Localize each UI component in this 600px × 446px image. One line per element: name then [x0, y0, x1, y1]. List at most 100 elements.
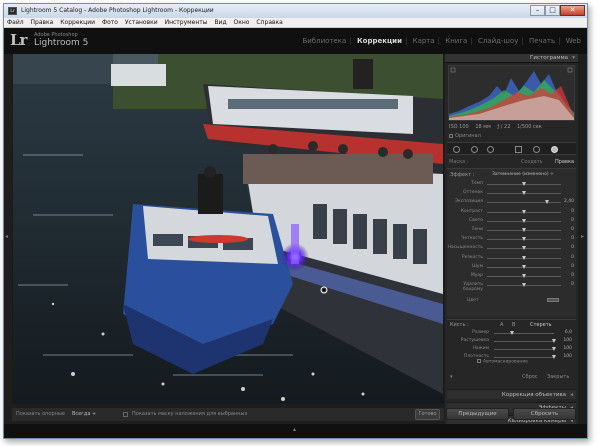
module-develop[interactable]: Коррекции	[357, 37, 402, 45]
footer-triangle-icon[interactable]: ▾	[450, 374, 453, 380]
automask-checkbox[interactable]	[477, 359, 481, 363]
shutter-speed-value: 1/500 сек	[517, 124, 542, 130]
adjust-slider-handle-icon[interactable]	[521, 228, 526, 232]
brush-slider-row[interactable]: Нажим 100	[447, 346, 576, 354]
adjust-slider-row[interactable]: Свето 0	[447, 218, 576, 226]
menu-develop[interactable]: Коррекции	[60, 19, 95, 26]
adjust-slider-label: Удалить бахрому	[463, 282, 483, 293]
adjust-slider-row[interactable]: Четкость 0	[447, 236, 576, 244]
brush-slider-handle-icon[interactable]	[551, 339, 556, 343]
brush-slider-track[interactable]	[494, 333, 554, 334]
brush-b-button[interactable]: B	[512, 322, 515, 328]
adjust-slider-value: 0	[571, 208, 574, 214]
adjust-slider-handle-icon[interactable]	[521, 264, 526, 269]
lightroom-workspace: Lr Adobe Photoshop Lightroom 5 Библиотек…	[4, 28, 587, 438]
lightroom-app-icon: Lr	[8, 7, 17, 15]
adjust-slider-handle-icon[interactable]	[521, 283, 526, 288]
adjust-slider-row[interactable]: Тени 0	[447, 227, 576, 235]
close-button[interactable]: ✕	[560, 5, 585, 16]
spot-removal-tool-icon[interactable]	[471, 146, 478, 153]
original-photo-toggle[interactable]: Оригинал	[449, 133, 481, 139]
adjust-slider-row[interactable]: Резкость 0	[447, 255, 576, 263]
menu-help[interactable]: Справка	[256, 19, 282, 26]
reset-all-button[interactable]: Сбросить	[513, 408, 576, 420]
image-canvas[interactable]	[12, 54, 444, 404]
brush-slider-handle-icon[interactable]	[551, 355, 556, 359]
automask-toggle[interactable]: Автомаскирование	[477, 359, 528, 365]
previous-button[interactable]: Предыдущие	[446, 408, 509, 420]
maximize-button[interactable]: □	[545, 5, 560, 16]
brush-slider-track[interactable]	[494, 349, 554, 350]
brush-slider-row[interactable]: Растушевка 100	[447, 338, 576, 346]
adjust-slider-handle-icon[interactable]	[521, 182, 526, 186]
done-button[interactable]: Готово	[415, 409, 440, 420]
photo-boats-on-river[interactable]	[13, 54, 443, 404]
module-print[interactable]: Печать	[529, 37, 555, 45]
brush-a-button[interactable]: A	[500, 322, 503, 328]
mask-new-button[interactable]: Создать	[521, 159, 543, 165]
adjust-slider-row[interactable]: Насыщенность 0	[447, 245, 576, 253]
adjust-slider-label: Муар	[470, 273, 483, 278]
brush-adjustments: Эффект : Затемнение (изменено) ÷ Темп Отт…	[447, 168, 576, 317]
adjust-slider-handle-icon[interactable]	[521, 209, 526, 214]
module-library[interactable]: Библиотека	[302, 37, 346, 45]
adjust-slider-track[interactable]	[487, 202, 561, 204]
show-overlay-checkbox[interactable]	[123, 412, 128, 417]
histogram[interactable]	[448, 65, 575, 121]
menu-file[interactable]: Файл	[7, 19, 24, 26]
module-map[interactable]: Карта	[413, 37, 435, 45]
title-bar[interactable]: Lr Lightroom 5 Catalog - Adobe Photoshop…	[4, 4, 587, 18]
adjust-slider-handle-icon[interactable]	[521, 218, 526, 223]
module-web[interactable]: Web	[566, 37, 581, 45]
adjust-slider-row[interactable]: Муар 0	[447, 273, 576, 281]
adjust-slider-handle-icon[interactable]	[521, 274, 526, 278]
color-swatch[interactable]	[547, 298, 559, 302]
module-slideshow[interactable]: Слайд-шоу	[478, 37, 518, 45]
menu-tools[interactable]: Инструменты	[165, 19, 208, 26]
mask-edit-button[interactable]: Правка	[555, 159, 574, 165]
collapse-triangle-icon[interactable]: ▾	[572, 54, 575, 63]
left-panel-toggle-icon[interactable]: ◂	[5, 233, 8, 240]
panel-lens-corrections[interactable]: Коррекция объектива ◂	[447, 389, 576, 399]
brush-slider-track[interactable]	[494, 357, 554, 358]
adjust-slider-handle-icon[interactable]	[521, 191, 526, 196]
adjust-slider-row[interactable]: Шум 0	[447, 264, 576, 272]
menu-window[interactable]: Окно	[234, 19, 250, 26]
adjust-slider-handle-icon[interactable]	[521, 237, 526, 242]
brush-close-button[interactable]: Закрыть	[547, 374, 569, 380]
minimize-button[interactable]: –	[530, 5, 545, 16]
red-eye-tool-icon[interactable]	[487, 146, 494, 153]
adjustment-brush-tool-icon[interactable]	[551, 146, 558, 153]
menu-settings[interactable]: Установки	[125, 19, 158, 26]
graduated-filter-tool-icon[interactable]	[515, 146, 522, 153]
right-panel-toggle-icon[interactable]: ▸	[581, 233, 584, 240]
show-pins-dropdown[interactable]: Всегда ÷	[72, 408, 96, 421]
brush-reset-button[interactable]: Сброс	[522, 374, 538, 380]
menu-view[interactable]: Вид	[214, 19, 226, 26]
brush-erase-button[interactable]: Стереть	[530, 322, 552, 328]
module-book[interactable]: Книга	[445, 37, 467, 45]
adjust-slider-handle-icon[interactable]	[521, 255, 526, 260]
adjust-slider-row[interactable]: Экспозиция 2,40	[447, 199, 576, 207]
effect-preset-dropdown[interactable]: Затемнение (изменено) ÷	[492, 172, 554, 177]
identity-plate: Lr Adobe Photoshop Lightroom 5 Библиотек…	[4, 28, 587, 54]
adjust-slider-row[interactable]: Удалить бахрому 0	[447, 282, 576, 293]
menu-photo[interactable]: Фото	[102, 19, 118, 26]
histogram-header[interactable]: Гистограмма ▾	[445, 54, 578, 63]
crop-tool-icon[interactable]	[453, 146, 460, 153]
brush-slider-handle-icon[interactable]	[509, 331, 514, 335]
radial-filter-tool-icon[interactable]	[533, 146, 540, 153]
adjust-slider-row[interactable]: Оттенок	[447, 190, 576, 198]
adjust-slider-row[interactable]: Темп	[447, 181, 576, 189]
menu-edit[interactable]: Правка	[31, 19, 54, 26]
adjust-slider-handle-icon[interactable]	[521, 246, 526, 251]
adjust-slider-value: 0	[571, 227, 574, 232]
adjust-slider-handle-icon[interactable]	[545, 200, 550, 205]
filmstrip-toggle-icon[interactable]: ▴	[293, 426, 296, 433]
brush-slider-row[interactable]: Размер 6,0	[447, 330, 576, 338]
automask-label: Автомаскирование	[483, 359, 529, 365]
brush-slider-track[interactable]	[494, 341, 554, 342]
brush-slider-handle-icon[interactable]	[551, 347, 556, 351]
adjust-slider-row[interactable]: Контраст 0	[447, 209, 576, 217]
original-checkbox[interactable]	[449, 133, 453, 138]
